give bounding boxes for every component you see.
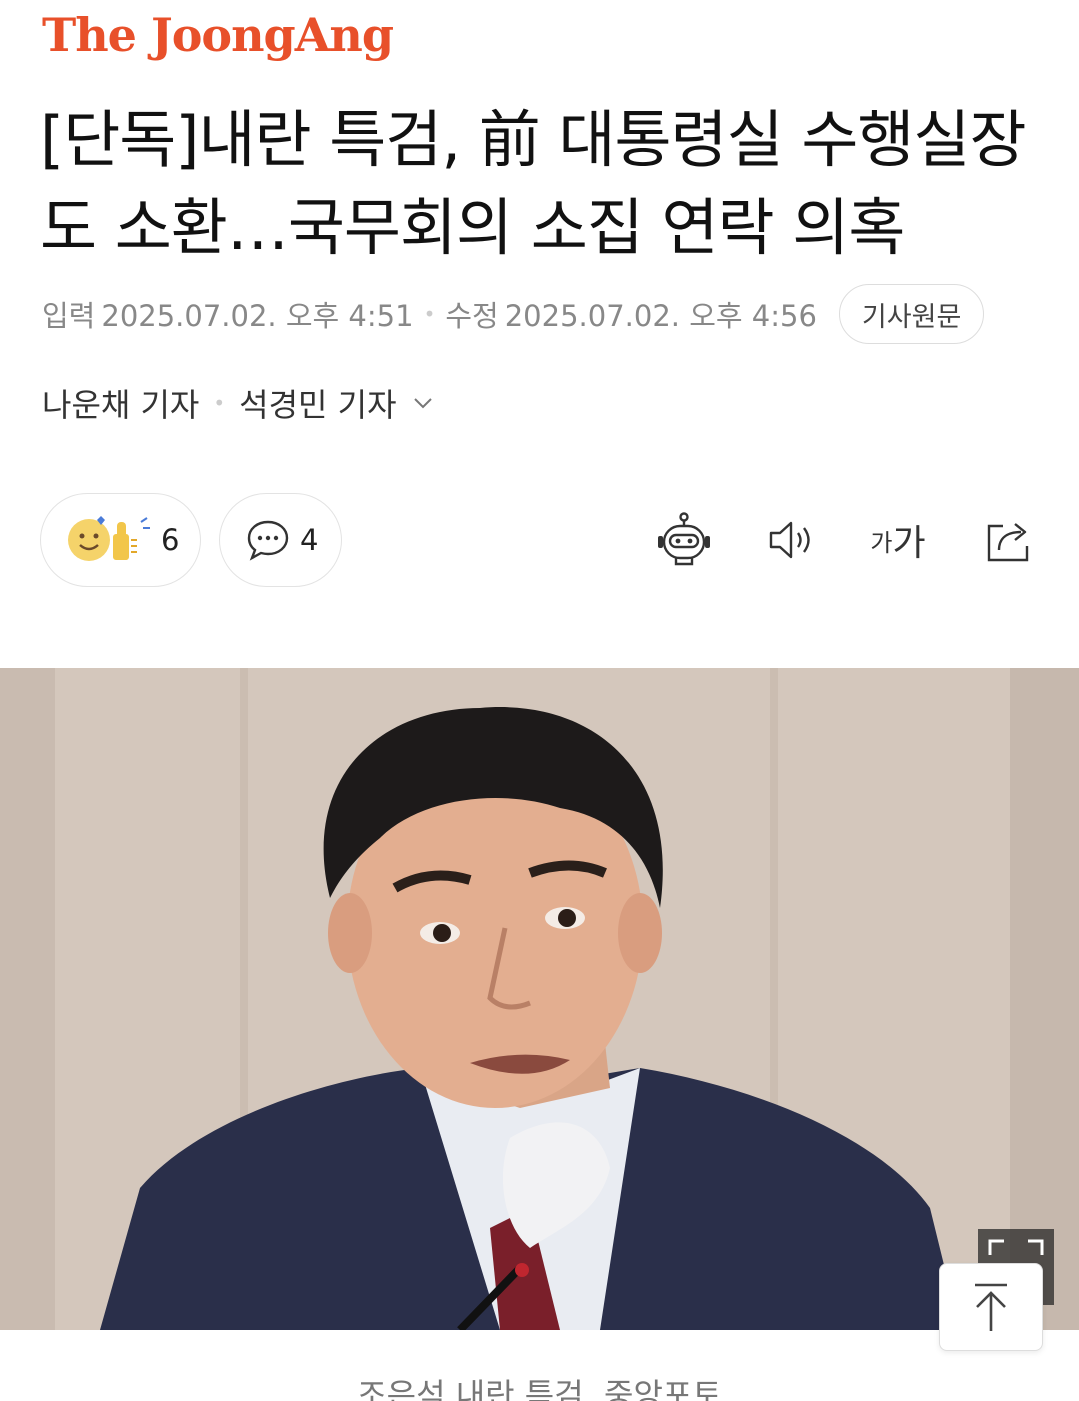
comment-button[interactable]: 4 xyxy=(219,493,342,587)
summary-bot-button[interactable] xyxy=(652,508,716,572)
portrait-image xyxy=(0,668,1079,1330)
update-time: 2025.07.02. 오후 4:56 xyxy=(504,299,817,333)
font-size-icon: 가 xyxy=(870,528,893,557)
reaction-count: 6 xyxy=(161,523,180,557)
speech-bubble-icon xyxy=(247,520,289,561)
byline-separator: • xyxy=(213,391,226,415)
photo-caption: 조은석 내란 특검. 중앙포토 xyxy=(357,1376,722,1401)
update-label: 수정 xyxy=(445,299,499,333)
speaker-icon xyxy=(769,521,810,559)
robot-icon xyxy=(658,512,710,566)
read-aloud-button[interactable] xyxy=(759,508,823,572)
share-icon xyxy=(987,523,1029,562)
input-label: 입력 xyxy=(42,299,96,333)
input-time: 2025.07.02. 오후 4:51 xyxy=(101,299,414,333)
scroll-to-top-button[interactable] xyxy=(939,1263,1043,1351)
original-article-button[interactable]: 기사원문 xyxy=(838,284,985,344)
article-headline: [단독]내란 특검, 前 대통령실 수행실장도 소환…국무회의 소집 연락 의혹 xyxy=(40,103,1026,264)
reporter-name[interactable]: 석경민 기자 xyxy=(239,380,396,426)
arrow-up-icon xyxy=(975,1283,1007,1331)
article-meta: 입력 2025.07.02. 오후 4:51 • 수정 2025.07.02. … xyxy=(42,284,985,344)
chevron-down-icon[interactable] xyxy=(411,391,435,415)
byline[interactable]: 나운채 기자 • 석경민 기자 xyxy=(42,380,435,426)
article-photo[interactable] xyxy=(0,668,1079,1330)
font-size-icon: 가 xyxy=(892,523,926,564)
share-button[interactable] xyxy=(977,508,1041,572)
meta-separator: • xyxy=(423,302,436,326)
smiley-thumbs-up-icon xyxy=(68,516,150,561)
font-size-button[interactable]: 가가 xyxy=(866,508,930,572)
brand-logo[interactable]: The JoongAng xyxy=(42,8,394,62)
reaction-button[interactable]: 6 xyxy=(40,493,201,587)
comment-count: 4 xyxy=(300,523,319,557)
reporter-name[interactable]: 나운채 기자 xyxy=(42,380,199,426)
